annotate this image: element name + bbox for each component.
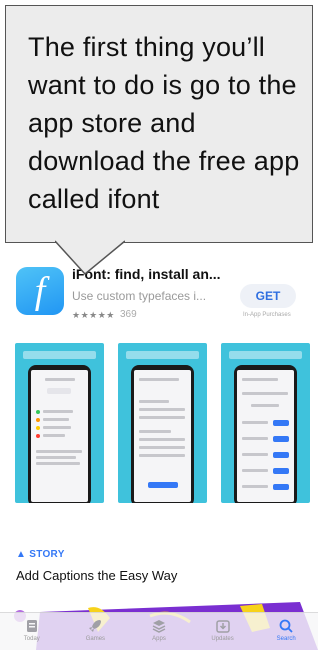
tab-label: Games — [85, 636, 106, 642]
screenshot-preview[interactable] — [221, 343, 310, 503]
tab-updates[interactable]: Updates — [195, 618, 250, 642]
app-icon-letter: f — [34, 270, 46, 312]
story-tag: ▲ STORY — [16, 549, 65, 560]
tab-bar: Today Games Apps Updates Search — [0, 612, 318, 650]
tab-label: Apps — [152, 636, 166, 642]
callout-text: The first thing you’ll want to do is go … — [28, 32, 300, 214]
search-icon — [279, 619, 293, 633]
tab-search[interactable]: Search — [259, 618, 314, 642]
rating-stars: ★★★★★ — [72, 310, 115, 320]
download-tray-icon — [215, 620, 230, 633]
rating-count: 369 — [120, 309, 137, 320]
tab-games[interactable]: Games — [68, 618, 123, 642]
today-icon — [26, 620, 37, 632]
story-title[interactable]: Add Captions the Easy Way — [16, 568, 177, 583]
callout-tail — [55, 240, 125, 276]
tab-apps[interactable]: Apps — [131, 618, 186, 642]
instruction-callout: The first thing you’ll want to do is go … — [5, 5, 313, 243]
in-app-purchases-note: In-App Purchases — [243, 312, 291, 318]
screenshot-preview[interactable] — [15, 343, 104, 503]
app-screenshots[interactable] — [15, 343, 310, 503]
tab-today[interactable]: Today — [4, 618, 59, 642]
rocket-icon — [89, 620, 102, 632]
screenshot-preview[interactable] — [118, 343, 207, 503]
layers-icon — [152, 620, 166, 633]
app-subtitle: Use custom typefaces i... — [72, 289, 207, 303]
tab-label: Search — [276, 636, 296, 642]
tab-label: Today — [23, 636, 40, 642]
tab-label: Updates — [211, 636, 234, 642]
app-listing-row[interactable]: f iFont: find, install an... Use custom … — [0, 262, 318, 332]
get-button[interactable]: GET — [240, 284, 296, 308]
